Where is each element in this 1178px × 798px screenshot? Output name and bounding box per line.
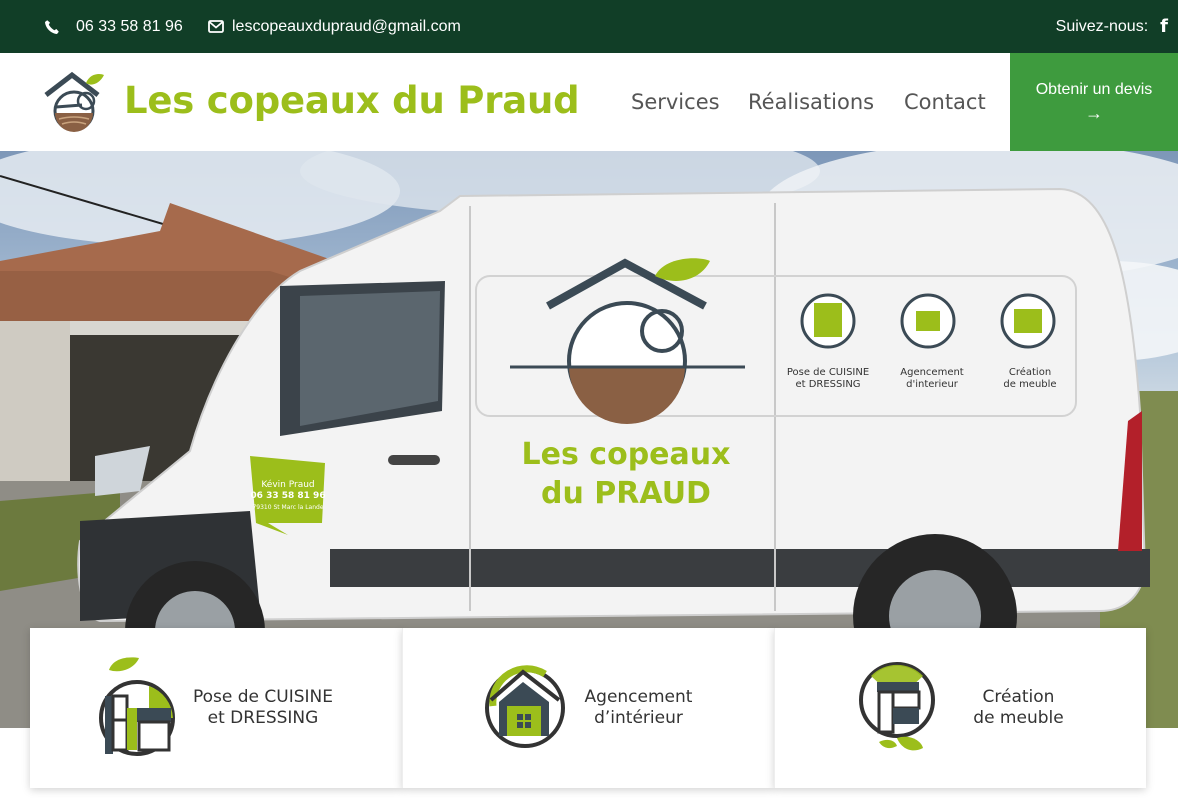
- house-interior-icon: [484, 665, 565, 748]
- logo-icon[interactable]: [42, 71, 106, 133]
- van-card-phone: 06 33 58 81 96: [250, 491, 325, 501]
- service-card-interior[interactable]: Agencement d’intérieur: [402, 628, 774, 788]
- van-service-2a: Agencement: [900, 367, 964, 378]
- nav-contact[interactable]: Contact: [904, 53, 986, 151]
- services-cards: Pose de CUISINE et DRESSING Agencement d…: [30, 628, 1146, 788]
- van-service-3a: Création: [1009, 366, 1051, 378]
- van-service-3b: de meuble: [1003, 379, 1056, 390]
- service-card-interior-label: Agencement d’intérieur: [584, 686, 693, 728]
- quote-button-label: Obtenir un devis: [1035, 80, 1153, 98]
- service-card-furniture[interactable]: Création de meuble: [774, 628, 1146, 788]
- quote-button[interactable]: Obtenir un devis →: [1010, 53, 1178, 151]
- top-bar: 06 33 58 81 96 lescopeauxdupraud@gmail.c…: [0, 0, 1178, 53]
- service-card-furniture-label: Création de meuble: [973, 686, 1064, 728]
- facebook-icon[interactable]: f: [1160, 16, 1168, 37]
- site-header: Les copeaux du Praud Services Réalisatio…: [0, 53, 1178, 151]
- phone-number: 06 33 58 81 96: [76, 17, 183, 35]
- topbar-phone[interactable]: 06 33 58 81 96: [44, 0, 183, 53]
- van-card-name: Kévin Praud: [261, 479, 314, 490]
- van-logo-text-line2: du PRAUD: [541, 476, 711, 511]
- topbar-email[interactable]: lescopeauxdupraud@gmail.com: [208, 0, 461, 53]
- nav-realisations[interactable]: Réalisations: [748, 53, 874, 151]
- service-card-kitchen-label: Pose de CUISINE et DRESSING: [192, 686, 333, 728]
- email-address: lescopeauxdupraud@gmail.com: [232, 17, 461, 35]
- envelope-icon: [208, 20, 224, 33]
- nav-services[interactable]: Services: [631, 53, 720, 151]
- van-card-address: 79310 St Marc la Lande: [252, 504, 323, 511]
- furniture-drawers-icon: [859, 662, 936, 751]
- kitchen-cabinet-icon: [98, 657, 175, 756]
- topbar-social: Suivez-nous: f: [1056, 0, 1168, 53]
- phone-icon: [45, 19, 59, 34]
- van-service-1a: Pose de CUISINE: [787, 367, 869, 378]
- brand-name[interactable]: Les copeaux du Praud: [124, 79, 580, 122]
- follow-label: Suivez-nous:: [1055, 17, 1149, 35]
- van-service-2b: d'interieur: [906, 379, 959, 390]
- van-service-1b: et DRESSING: [795, 379, 860, 390]
- van-logo-text-line1: Les copeaux: [522, 437, 731, 472]
- arrow-right-icon: →: [1085, 102, 1103, 123]
- service-card-kitchen[interactable]: Pose de CUISINE et DRESSING: [30, 628, 402, 788]
